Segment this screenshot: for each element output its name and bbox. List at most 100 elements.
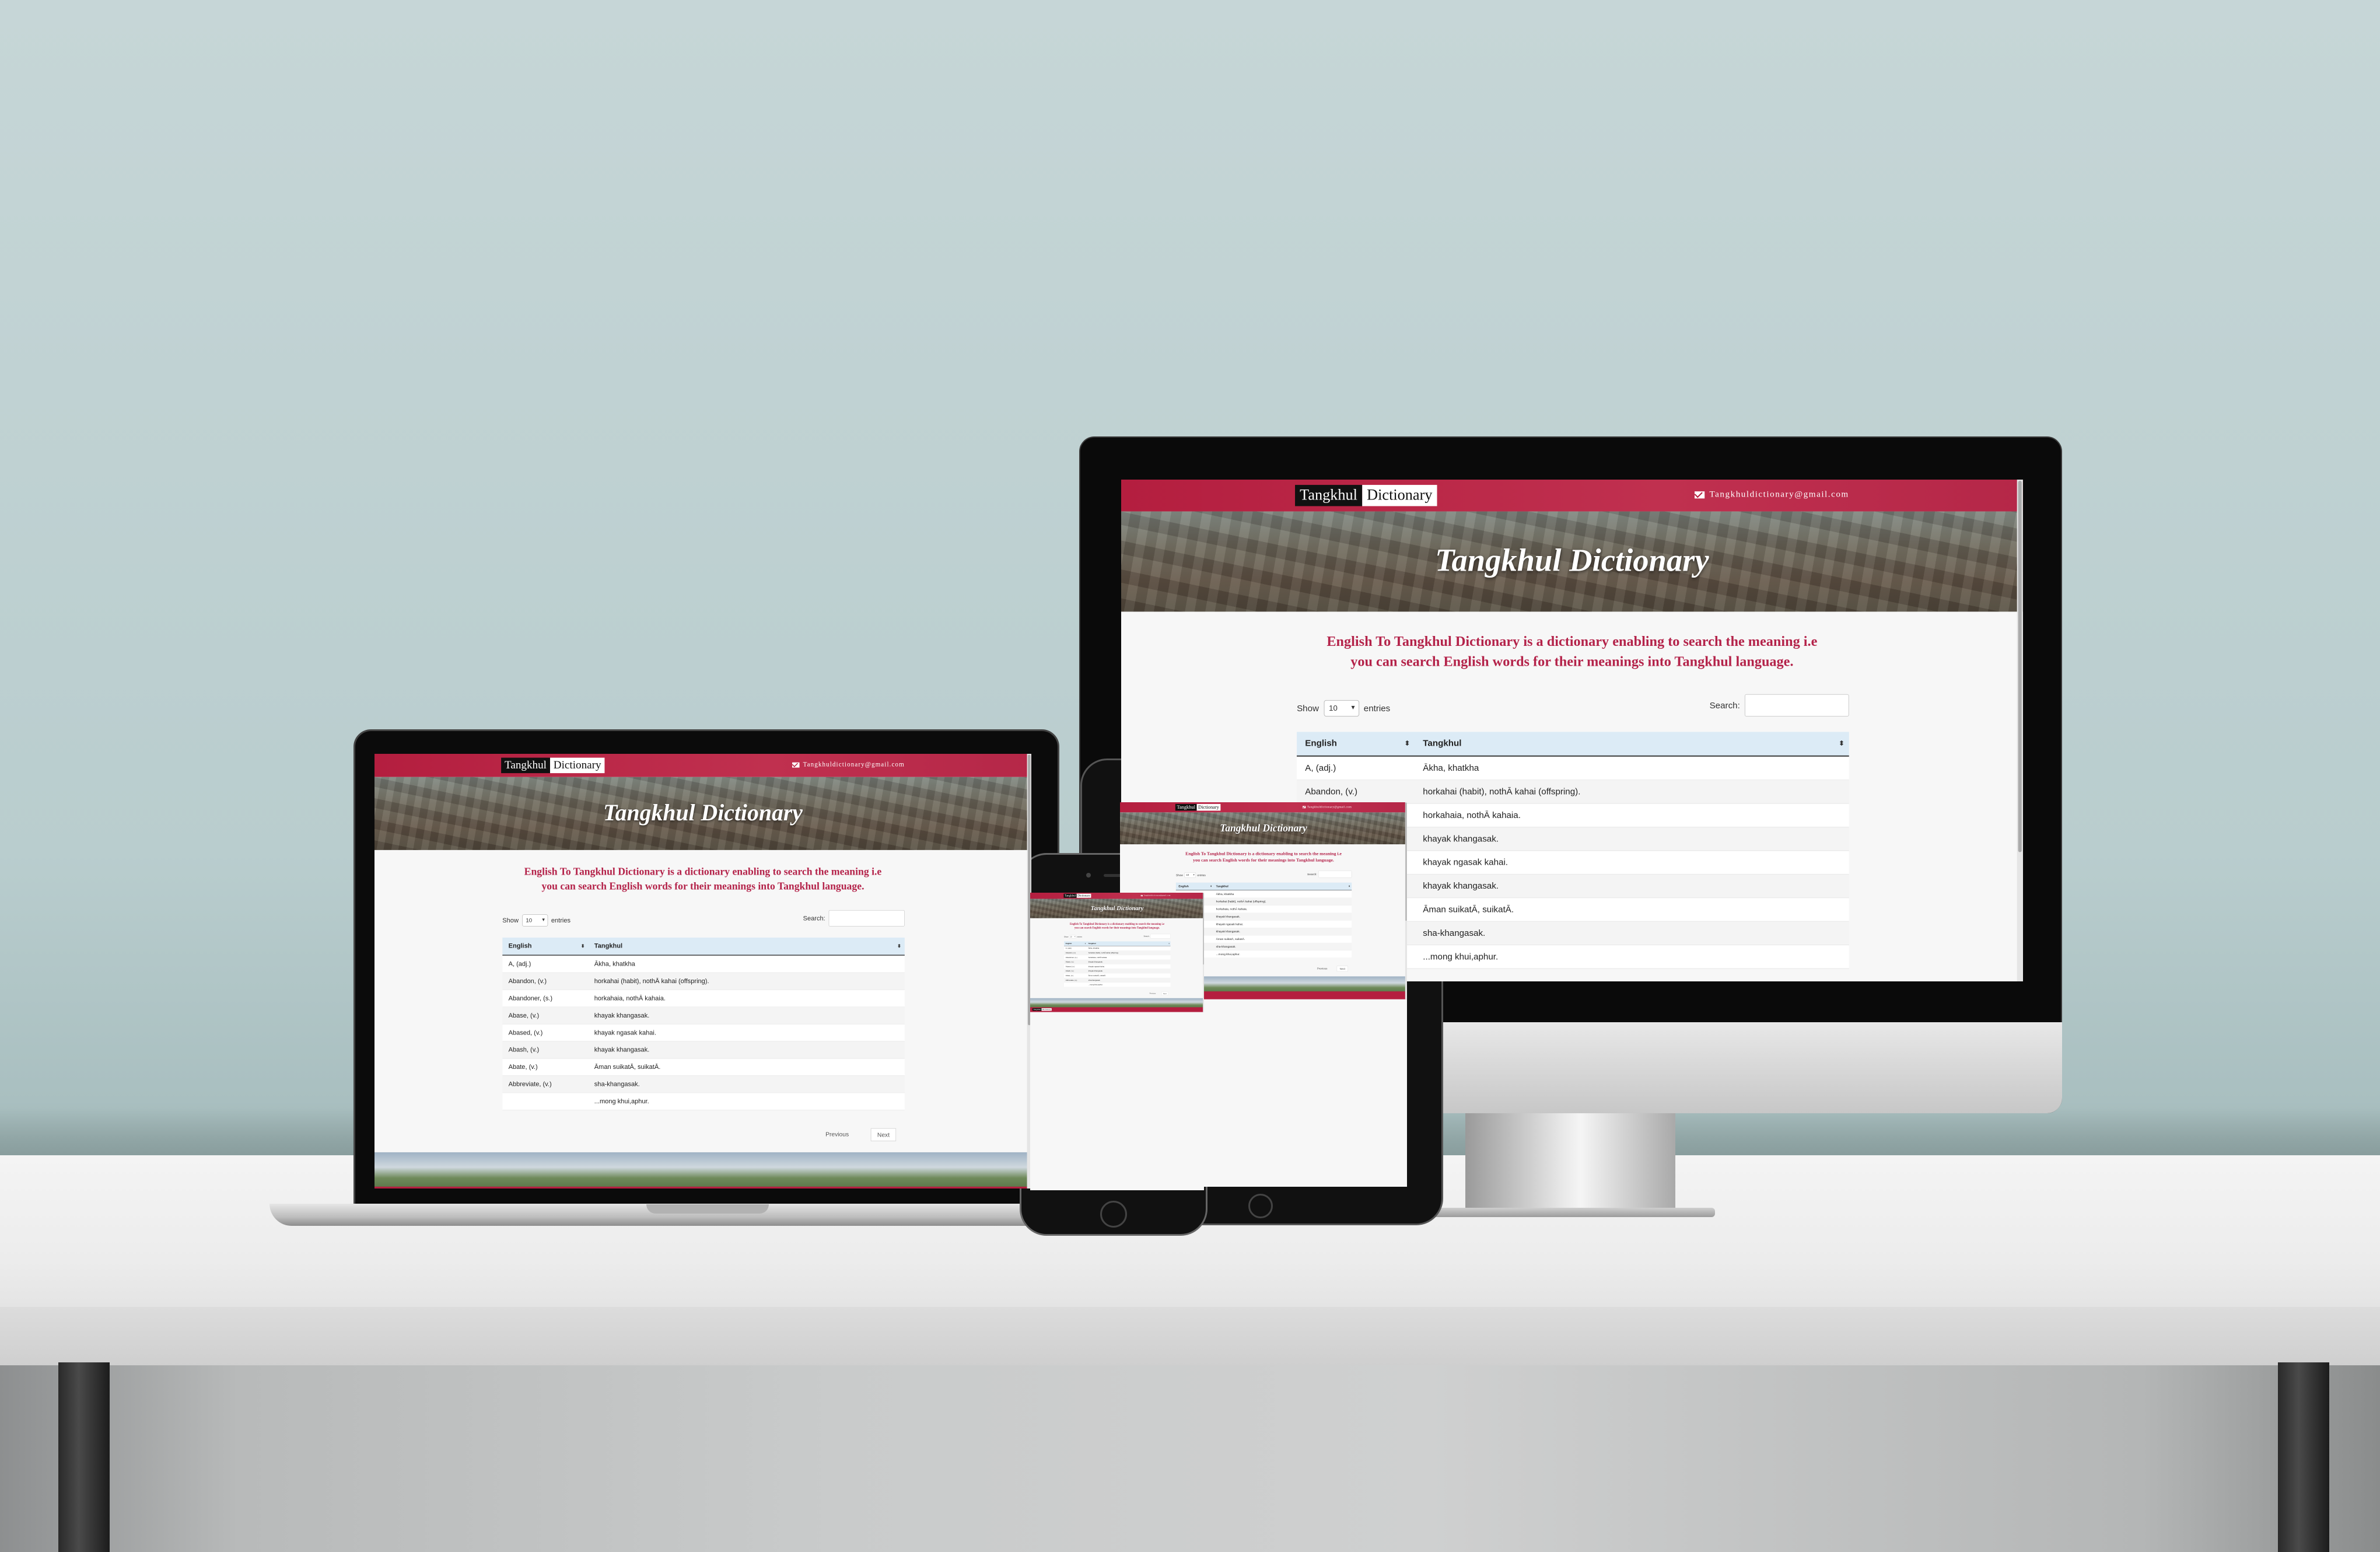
desk-front	[0, 1307, 2380, 1365]
column-header-tangkhul[interactable]: Tangkhul ⬍	[1087, 941, 1171, 946]
column-header-label: English	[1305, 738, 1337, 749]
hero-title: Tangkhul Dictionary	[1220, 822, 1307, 834]
cell-tangkhul: Āman suikatĀ, suikatĀ.	[1423, 904, 1514, 915]
previous-button[interactable]: Previous	[825, 1131, 849, 1138]
entries-label: entries	[551, 917, 570, 924]
pagination: Previous Next	[1064, 991, 1171, 996]
cell-tangkhul: Ākha, khatkha	[594, 960, 635, 968]
search-label: Search:	[1709, 700, 1740, 711]
cell-english: Abandon, (v.)	[1305, 787, 1358, 797]
show-label: Show	[1297, 703, 1319, 714]
table-row: A, (adj.) Ākha, khatkha	[1297, 756, 1849, 781]
cell-tangkhul: khayak ngasak kahai.	[594, 1029, 656, 1037]
scrollbar-thumb[interactable]	[1405, 802, 1407, 921]
brand-part-2: Dictionary	[1362, 485, 1437, 506]
brand-part-1: Tangkhul	[1063, 893, 1077, 898]
scrollbar-thumb[interactable]	[2018, 481, 2022, 852]
next-button[interactable]: Next	[870, 1128, 897, 1141]
cell-tangkhul: Ākha, khatkha	[1423, 763, 1479, 774]
table-search: Search:	[803, 910, 905, 927]
cell-tangkhul: horkahai (habit), nothĀ kahai (offspring…	[1423, 787, 1581, 797]
desk-leg-right	[2278, 1362, 2329, 1552]
entries-select[interactable]: 10	[522, 914, 548, 927]
page-scrollbar[interactable]	[2017, 480, 2023, 981]
tablet-home-button[interactable]	[1248, 1194, 1273, 1218]
column-header-tangkhul[interactable]: Tangkhul ⬍	[1415, 732, 1849, 755]
navbar: Tangkhul Dictionary Tangkhuldictionary@g…	[1120, 802, 1407, 813]
table-row: A, (adj.) Ākha, khatkha	[1064, 946, 1171, 951]
cell-tangkhul: ...mong khui,aphur.	[1216, 952, 1240, 956]
table-header: English ⬍ Tangkhul ⬍	[1064, 941, 1171, 946]
desk-leg-left	[58, 1362, 110, 1552]
column-header-label: English	[1065, 942, 1072, 945]
phone-home-button[interactable]	[1100, 1201, 1127, 1228]
table-controls: Show 10 entries Search:	[1297, 693, 1849, 719]
table-header: English ⬍ Tangkhul ⬍	[1175, 882, 1352, 891]
cell-tangkhul: ...mong khui,aphur.	[1088, 984, 1103, 986]
sort-icon: ⬍	[1404, 740, 1410, 747]
table-row: Abandoner, (s.) horkahaia, nothĀ kahaia.	[1064, 955, 1171, 960]
column-header-label: English	[508, 942, 532, 950]
column-header-english[interactable]: English ⬍	[1176, 883, 1213, 890]
search-input[interactable]	[1318, 871, 1352, 878]
table-search: Search:	[1709, 694, 1849, 717]
monitor-stand	[1465, 1113, 1675, 1212]
email-text: Tangkhuldictionary@gmail.com	[1143, 894, 1171, 897]
entries-label: entries	[1197, 873, 1206, 877]
table-row: Abandon, (v.) horkahai (habit), nothĀ kah…	[502, 973, 905, 990]
brand-part-1: Tangkhul	[1175, 803, 1197, 811]
search-input[interactable]	[828, 910, 905, 927]
column-header-english[interactable]: English ⬍	[1297, 732, 1415, 755]
sort-icon: ⬍	[580, 943, 585, 949]
previous-button[interactable]: Previous	[1150, 992, 1156, 994]
footer-brand[interactable]: Tangkhul Dictionary	[1032, 1008, 1052, 1011]
column-header-tangkhul[interactable]: Tangkhul ⬍	[1213, 883, 1352, 890]
entries-length: Show 10 entries	[1064, 935, 1082, 939]
cell-tangkhul: khayak khangasak.	[594, 1046, 650, 1054]
entries-select[interactable]: 10	[1069, 935, 1076, 939]
brand-logo[interactable]: Tangkhul Dictionary	[1175, 803, 1221, 811]
brand-part-1: Tangkhul	[1295, 485, 1363, 506]
show-label: Show	[502, 917, 519, 924]
sort-icon: ⬍	[1168, 943, 1170, 945]
email-link[interactable]: Tangkhuldictionary@gmail.com	[1140, 894, 1171, 897]
cell-tangkhul: khayak khangasak.	[1423, 881, 1499, 892]
column-header-english[interactable]: English ⬍	[1064, 941, 1087, 946]
search-label: Search:	[1143, 935, 1150, 938]
email-link[interactable]: Tangkhuldictionary@gmail.com	[1695, 490, 1849, 499]
brand-logo[interactable]: Tangkhul Dictionary	[1295, 485, 1437, 506]
entries-select[interactable]: 10	[1184, 872, 1196, 878]
show-label: Show	[1064, 935, 1069, 938]
table-row: Abate, (v.) Āman suikatĀ, suikatĀ.	[1064, 973, 1171, 978]
sort-icon: ⬍	[897, 943, 901, 949]
entries-label: entries	[1077, 935, 1082, 938]
cell-tangkhul: horkahai (habit), nothĀ kahai (offspring…	[594, 977, 709, 985]
table-row: Abash, (v.) khayak khangasak.	[502, 1041, 905, 1059]
cell-english: Abandon, (v.)	[508, 977, 547, 985]
previous-button[interactable]: Previous	[1317, 967, 1328, 970]
email-link[interactable]: Tangkhuldictionary@gmail.com	[1302, 805, 1352, 809]
column-header-english[interactable]: English ⬍	[502, 938, 588, 955]
next-button[interactable]: Next	[1336, 966, 1348, 972]
brand-logo[interactable]: Tangkhul Dictionary	[501, 757, 605, 774]
page-scrollbar[interactable]	[1405, 802, 1407, 999]
navbar: Tangkhul Dictionary Tangkhuldictionary@g…	[1030, 893, 1204, 899]
email-link[interactable]: Tangkhuldictionary@gmail.com	[792, 761, 905, 769]
page-scrollbar[interactable]	[1203, 893, 1204, 1012]
search-input[interactable]	[1150, 934, 1171, 939]
brand-logo[interactable]: Tangkhul Dictionary	[1063, 893, 1091, 898]
cell-tangkhul: ...mong khui,aphur.	[594, 1097, 649, 1105]
next-button[interactable]: Next	[1161, 991, 1168, 995]
cell-tangkhul: horkahaia, nothĀ kahaia.	[1088, 956, 1108, 959]
cell-english: Abase, (v.)	[508, 1012, 540, 1019]
table-controls: Show 10 entries Search:	[1064, 934, 1171, 939]
email-text: Tangkhuldictionary@gmail.com	[803, 761, 905, 768]
entries-length: Show 10 entries	[502, 914, 570, 927]
cell-tangkhul: sha-khangasak.	[594, 1081, 640, 1088]
entries-select[interactable]: 10	[1324, 700, 1359, 717]
cell-english: Abate, (v.)	[508, 1063, 538, 1071]
column-header-tangkhul[interactable]: Tangkhul ⬍	[588, 938, 904, 955]
pagination: Previous Next	[502, 1127, 905, 1144]
cell-tangkhul: Āman suikatĀ, suikatĀ.	[594, 1063, 661, 1071]
search-input[interactable]	[1744, 694, 1849, 717]
